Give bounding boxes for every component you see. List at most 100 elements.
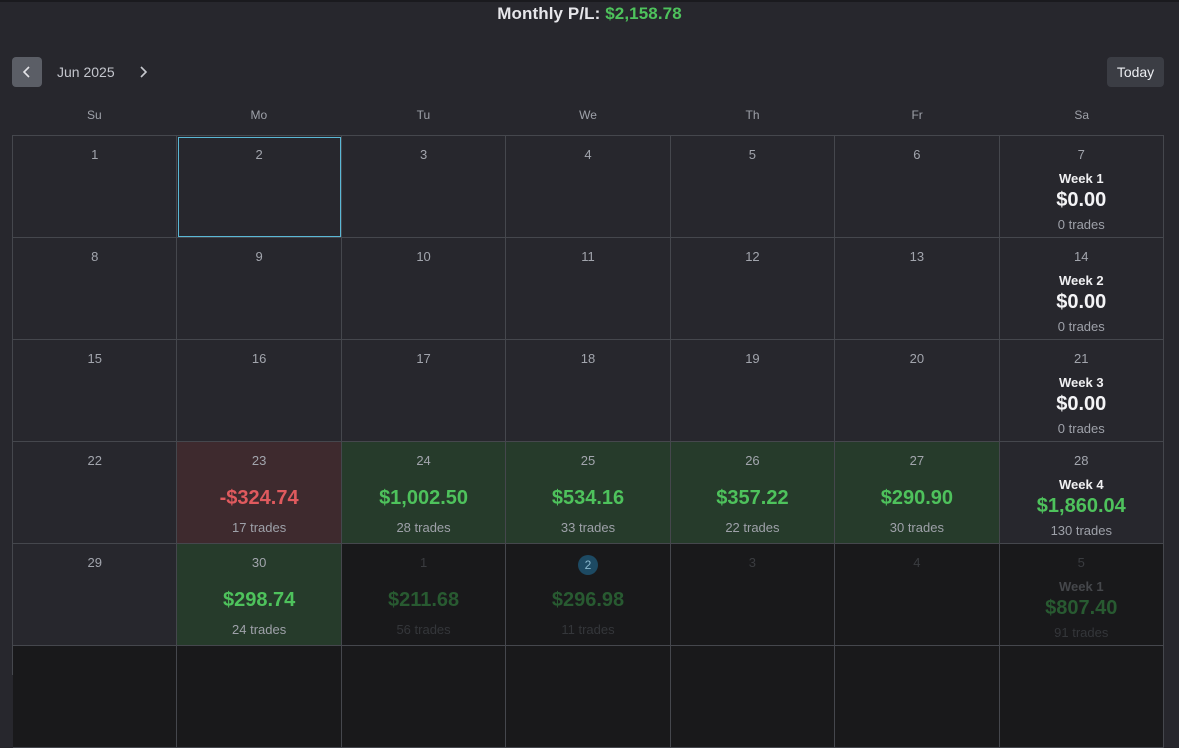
day-number: 7 (1077, 147, 1085, 162)
chevron-right-icon (140, 66, 148, 78)
day-trade-count: 11 trades (561, 622, 615, 637)
week-summary-cell[interactable]: 5 Week 1 $807.40 91 trades (999, 544, 1164, 646)
day-number: 30 (251, 555, 267, 570)
week-summary-cell[interactable]: 28 Week 4 $1,860.04 130 trades (999, 442, 1164, 544)
day-cell[interactable]: 27 $290.90 30 trades (835, 442, 1000, 544)
day-cell[interactable]: 5 (670, 136, 836, 238)
day-cell[interactable]: 3 (341, 136, 507, 238)
day-number: 1 (91, 147, 99, 162)
day-cell[interactable]: 10 (341, 238, 507, 340)
day-cell[interactable]: 22 (13, 442, 178, 544)
week-label: Week 3 (1058, 375, 1104, 390)
day-number: 6 (913, 147, 921, 162)
day-number: 5 (1077, 555, 1085, 570)
day-cell[interactable]: 23 -$324.74 17 trades (177, 442, 342, 544)
week-summary-cell[interactable]: 14 Week 2 $0.00 0 trades (999, 238, 1164, 340)
day-cell[interactable]: 1 (13, 136, 178, 238)
prev-month-button[interactable] (12, 57, 42, 87)
day-pnl: $290.90 (880, 487, 953, 509)
week-pnl: $1,860.04 (1036, 495, 1126, 517)
day-cell[interactable]: 16 (177, 340, 342, 442)
day-cell[interactable]: 25 $534.16 33 trades (506, 442, 671, 544)
day-number: 10 (416, 249, 431, 264)
day-cell[interactable] (177, 646, 342, 748)
day-cell[interactable]: 15 (13, 340, 178, 442)
day-cell[interactable]: 20 (835, 340, 1000, 442)
day-number: 2 (255, 147, 263, 162)
day-cell[interactable]: 1 $211.68 56 trades (341, 544, 507, 646)
day-cell[interactable]: 6 (835, 136, 1000, 238)
day-trade-count: 28 trades (396, 520, 451, 535)
monthly-pl-label: Monthly P/L: (497, 4, 601, 23)
day-cell[interactable]: 26 $357.22 22 trades (670, 442, 836, 544)
day-cell[interactable] (13, 646, 178, 748)
day-cell[interactable]: 9 (177, 238, 342, 340)
today-indicator: 2 (577, 555, 598, 575)
week-pnl: $807.40 (1045, 597, 1118, 619)
day-trade-count: 17 trades (232, 520, 287, 535)
day-cell[interactable]: 12 (670, 238, 836, 340)
day-number: 19 (745, 351, 760, 366)
day-number: 9 (255, 249, 263, 264)
monthly-pl-header: Monthly P/L: $2,158.78 (0, 4, 1179, 24)
monthly-pl-value: $2,158.78 (605, 4, 682, 23)
weekday-label: We (579, 108, 597, 122)
day-cell[interactable]: 19 (670, 340, 836, 442)
day-number: 17 (416, 351, 431, 366)
day-cell[interactable] (835, 646, 1000, 748)
week-trade-count: 130 trades (1050, 523, 1112, 538)
day-number: 18 (580, 351, 596, 366)
day-cell[interactable]: 11 (506, 238, 671, 340)
day-number: 25 (580, 453, 596, 468)
day-pnl: -$324.74 (219, 487, 299, 509)
day-pnl: $211.68 (387, 589, 460, 611)
day-trade-count: 30 trades (889, 520, 944, 535)
day-cell[interactable]: 17 (341, 340, 507, 442)
day-cell[interactable]: 30 $298.74 24 trades (177, 544, 342, 646)
week-label: Week 1 (1058, 171, 1104, 186)
week-label: Week 1 (1058, 579, 1104, 594)
day-cell[interactable]: 29 (13, 544, 178, 646)
week-trade-count: 0 trades (1057, 319, 1105, 334)
day-cell[interactable]: 2 (177, 136, 342, 238)
day-number: 5 (748, 147, 757, 162)
weekday-label: Fr (911, 108, 923, 122)
day-trade-count: 33 trades (560, 520, 616, 535)
day-number: 3 (419, 147, 428, 162)
day-cell[interactable]: 8 (13, 238, 178, 340)
day-number: 24 (416, 453, 431, 468)
day-number: 11 (581, 249, 595, 264)
chevron-left-icon (22, 66, 30, 78)
week-label: Week 4 (1058, 477, 1104, 492)
day-cell[interactable] (506, 646, 671, 748)
current-month-label: Jun 2025 (57, 64, 115, 80)
week-label: Week 2 (1058, 273, 1104, 288)
day-number: 4 (913, 555, 921, 570)
day-cell[interactable] (670, 646, 836, 748)
day-cell[interactable]: 13 (835, 238, 1000, 340)
day-number: 4 (584, 147, 592, 162)
day-pnl: $534.16 (551, 487, 625, 509)
week-pnl: $0.00 (1056, 291, 1107, 313)
weekday-label: Sa (1074, 108, 1090, 122)
week-pnl: $0.00 (1056, 189, 1107, 211)
next-month-button[interactable] (128, 57, 158, 87)
week-trade-count: 91 trades (1054, 625, 1109, 640)
window-top-border (0, 0, 1179, 2)
day-number: 22 (87, 453, 102, 468)
today-button[interactable]: Today (1107, 57, 1164, 87)
week-summary-cell[interactable]: 7 Week 1 $0.00 0 trades (999, 136, 1164, 238)
weekday-label: Mo (250, 108, 268, 122)
day-cell[interactable]: 4 (506, 136, 671, 238)
day-pnl: $298.74 (222, 589, 296, 611)
day-pnl: $296.98 (551, 589, 625, 611)
day-cell[interactable]: 3 (670, 544, 836, 646)
day-cell[interactable] (999, 646, 1164, 748)
day-cell[interactable]: 18 (506, 340, 671, 442)
day-cell[interactable]: 2 $296.98 11 trades (506, 544, 671, 646)
day-cell[interactable]: 4 (835, 544, 1000, 646)
weekday-label: Th (745, 108, 760, 122)
day-cell[interactable] (341, 646, 507, 748)
week-summary-cell[interactable]: 21 Week 3 $0.00 0 trades (999, 340, 1164, 442)
day-cell[interactable]: 24 $1,002.50 28 trades (341, 442, 507, 544)
